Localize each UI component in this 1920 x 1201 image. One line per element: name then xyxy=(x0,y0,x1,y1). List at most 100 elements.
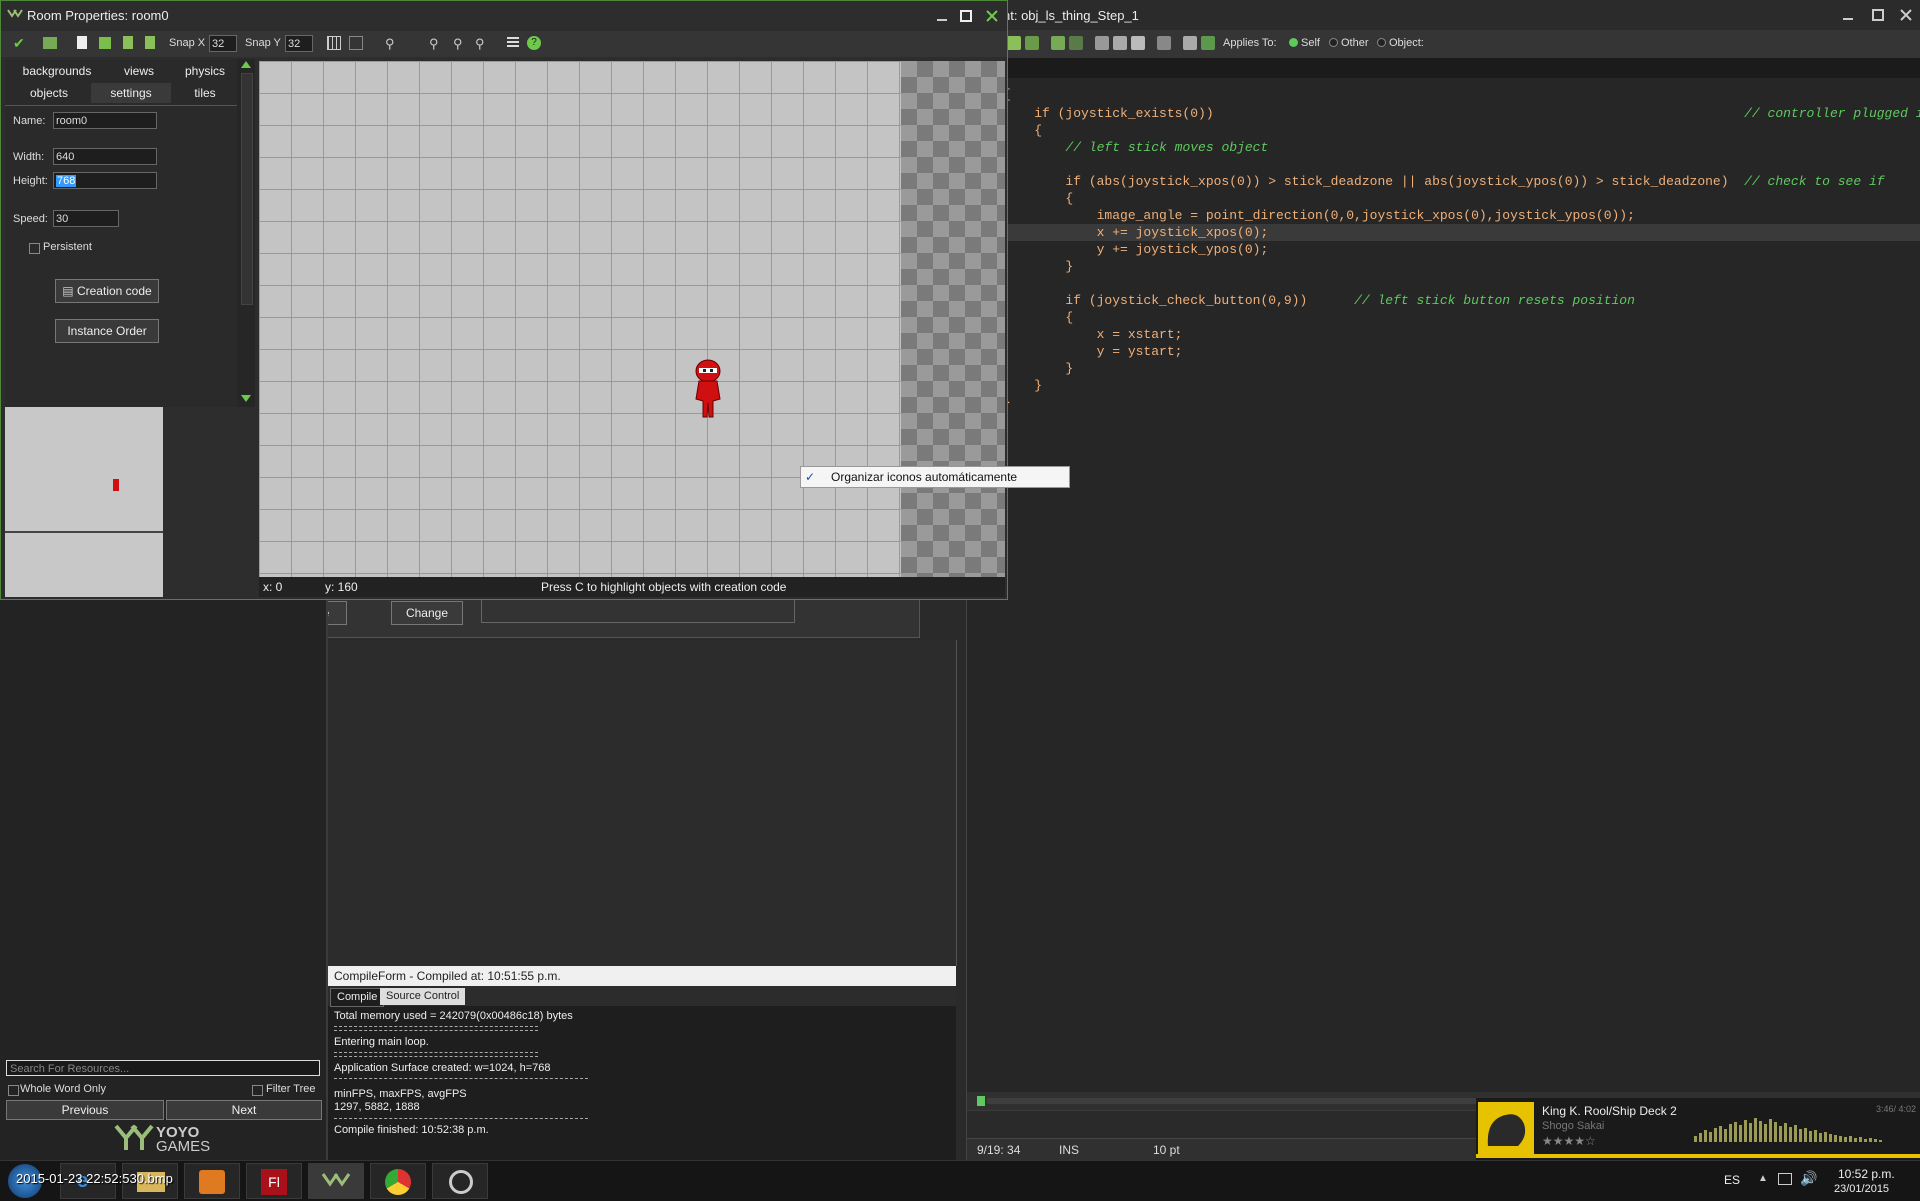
change-button[interactable]: Change xyxy=(391,601,463,625)
find-icon[interactable] xyxy=(1157,36,1171,50)
zoom-in-icon[interactable]: ⚲ xyxy=(475,36,485,52)
eq-bar xyxy=(1754,1118,1757,1142)
snap-x-label: Snap X xyxy=(169,37,206,49)
creation-code-button[interactable]: ▤ Creation code xyxy=(55,279,159,303)
music-widget: King K. Rool/Ship Deck 2 Shogo Sakai ★★★… xyxy=(1476,1098,1920,1160)
rating-stars[interactable]: ★★★★☆ xyxy=(1542,1134,1596,1148)
zoom-out-icon[interactable]: ⚲ xyxy=(429,36,439,52)
undo-icon[interactable] xyxy=(43,37,57,49)
minimize-icon[interactable] xyxy=(1841,8,1855,25)
code-line[interactable]: { xyxy=(1003,122,1042,139)
new-icon[interactable] xyxy=(77,36,87,49)
code-line[interactable]: } xyxy=(1003,377,1042,394)
list-icon[interactable] xyxy=(507,37,519,49)
code-line[interactable]: if (joystick_check_button(0,9)) // left … xyxy=(1003,292,1635,309)
code-line[interactable]: { xyxy=(1003,190,1073,207)
eq-bar xyxy=(1784,1123,1787,1142)
shift-icon[interactable] xyxy=(99,37,111,49)
tab-views[interactable]: views xyxy=(107,61,171,81)
snap-x-input[interactable]: 32 xyxy=(209,35,237,52)
snap-y-input[interactable]: 32 xyxy=(285,35,313,52)
close-icon[interactable] xyxy=(985,9,999,26)
code-line[interactable]: y += joystick_ypos(0); xyxy=(1003,241,1269,258)
tab-source-control[interactable]: Source Control xyxy=(380,988,466,1005)
unlock-icon[interactable] xyxy=(145,36,155,49)
zoom-dropdown-icon[interactable]: ⚲ xyxy=(385,36,395,52)
help-icon[interactable]: ? xyxy=(527,36,541,50)
instance-order-button[interactable]: Instance Order xyxy=(55,319,159,343)
lock-icon[interactable] xyxy=(123,36,133,49)
language-indicator[interactable]: ES xyxy=(1724,1173,1740,1187)
maximize-icon[interactable] xyxy=(959,9,973,26)
room-minimap[interactable] xyxy=(5,407,163,597)
cut-icon[interactable] xyxy=(1095,36,1109,50)
next-button[interactable]: Next xyxy=(166,1100,322,1120)
save-icon[interactable] xyxy=(1007,36,1021,50)
clock-date[interactable]: 23/01/2015 xyxy=(1834,1183,1889,1195)
eq-bar xyxy=(1844,1137,1847,1142)
insert-mode: INS xyxy=(1059,1143,1080,1157)
room-editor-canvas[interactable] xyxy=(259,61,1005,577)
volume-icon[interactable]: 🔊 xyxy=(1800,1170,1817,1187)
grid-toggle-icon[interactable] xyxy=(327,36,341,50)
tab-compile[interactable]: Compile xyxy=(330,988,385,1007)
zoom-reset-icon[interactable]: ⚲ xyxy=(453,36,463,52)
export-icon[interactable] xyxy=(1201,36,1215,50)
tab-physics[interactable]: physics xyxy=(173,61,237,81)
other-radio[interactable] xyxy=(1329,38,1338,47)
code-line[interactable]: x = xstart; xyxy=(1003,326,1183,343)
settings-scrollbar[interactable] xyxy=(237,59,255,407)
scroll-up-icon[interactable] xyxy=(241,61,251,68)
flash-taskbar-icon[interactable]: Fl xyxy=(246,1163,302,1199)
code-line[interactable]: y = ystart; xyxy=(1003,343,1183,360)
speed-input[interactable]: 30 xyxy=(53,210,119,227)
app-taskbar-icon[interactable] xyxy=(432,1163,488,1199)
code-line[interactable]: } xyxy=(1003,258,1073,275)
scroll-down-icon[interactable] xyxy=(241,395,251,402)
object-radio[interactable] xyxy=(1377,38,1386,47)
width-input[interactable]: 640 xyxy=(53,148,157,165)
minimize-icon[interactable] xyxy=(935,9,949,26)
search-resources-input[interactable]: Search For Resources... xyxy=(6,1060,320,1076)
clock-time[interactable]: 10:52 p.m. xyxy=(1838,1167,1895,1181)
height-input[interactable]: 768 xyxy=(53,172,157,189)
chrome-taskbar-icon[interactable] xyxy=(370,1163,426,1199)
close-icon[interactable] xyxy=(1899,8,1913,25)
persistent-checkbox[interactable] xyxy=(29,243,40,254)
player-instance[interactable] xyxy=(693,359,723,424)
scroll-thumb[interactable] xyxy=(241,73,253,305)
tab-tiles[interactable]: tiles xyxy=(173,83,237,103)
gamemaker-taskbar-icon[interactable] xyxy=(308,1163,364,1199)
network-icon[interactable] xyxy=(1778,1173,1792,1185)
code-line[interactable]: x += joystick_xpos(0); xyxy=(1003,224,1920,241)
confirm-check-icon[interactable]: ✔ xyxy=(13,35,25,52)
grid-icon[interactable] xyxy=(1183,36,1197,50)
code-line[interactable]: if (abs(joystick_xpos(0)) > stick_deadzo… xyxy=(1003,173,1884,190)
whole-word-checkbox[interactable] xyxy=(8,1085,19,1096)
filter-tree-checkbox[interactable] xyxy=(252,1085,263,1096)
redo-icon[interactable] xyxy=(1069,36,1083,50)
code-line[interactable]: { xyxy=(1003,309,1073,326)
isometric-grid-icon[interactable] xyxy=(349,36,363,50)
scroll-left-icon[interactable] xyxy=(977,1096,985,1106)
tray-expand-icon[interactable]: ▲ xyxy=(1758,1173,1768,1184)
save-all-icon[interactable] xyxy=(1025,36,1039,50)
undo-icon[interactable] xyxy=(1051,36,1065,50)
code-line[interactable]: if (joystick_exists(0)) // controller pl… xyxy=(1003,105,1920,122)
code-line[interactable]: // left stick moves object xyxy=(1003,139,1268,156)
tab-backgrounds[interactable]: backgrounds xyxy=(9,61,105,81)
code-line[interactable]: } xyxy=(1003,360,1073,377)
previous-button[interactable]: Previous xyxy=(6,1100,164,1120)
tab-objects[interactable]: objects xyxy=(9,83,89,103)
self-radio[interactable] xyxy=(1289,38,1298,47)
maximize-icon[interactable] xyxy=(1871,8,1885,25)
code-line[interactable]: image_angle = point_direction(0,0,joysti… xyxy=(1003,207,1635,224)
paste-icon[interactable] xyxy=(1131,36,1145,50)
copy-icon[interactable] xyxy=(1113,36,1127,50)
media-player-taskbar-icon[interactable] xyxy=(184,1163,240,1199)
menu-item-auto-arrange[interactable]: Organizar iconos automáticamente xyxy=(831,467,1017,487)
name-input[interactable]: room0 xyxy=(53,112,157,129)
resource-panel: Search For Resources... Whole Word Only … xyxy=(0,590,328,1160)
code-editor[interactable]: { if (joystick_exists(0)) // controller … xyxy=(1003,78,1920,1092)
tab-settings[interactable]: settings xyxy=(91,83,171,103)
